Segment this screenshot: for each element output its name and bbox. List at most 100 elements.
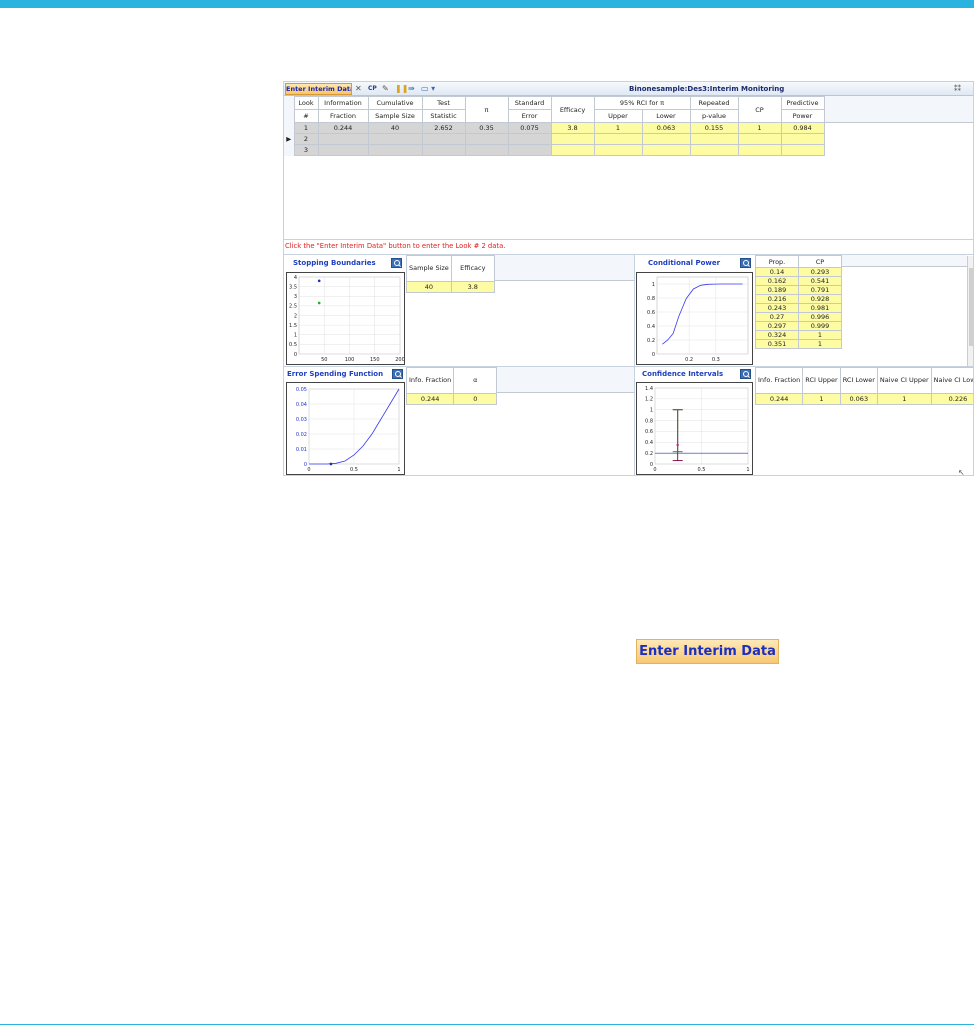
zoom-icon[interactable] [740, 369, 751, 379]
prop-value: 0.162 [755, 276, 799, 286]
prop-value: 0.27 [755, 312, 799, 322]
table-cell [780, 144, 825, 156]
y-tick-label: 0.4 [645, 440, 653, 446]
table-cell [641, 144, 691, 156]
table-cell [737, 133, 782, 145]
table-cell [464, 144, 509, 156]
hdr-naive-upper: Naive CI Upper [876, 367, 932, 394]
rci-lower-value: 0.063 [839, 393, 878, 405]
table-cell: 2.652 [421, 122, 466, 134]
close-icon[interactable]: ✕ [355, 83, 362, 95]
y-tick-label: 0.01 [296, 447, 307, 453]
hdr-pi: π [464, 96, 509, 123]
toolbar: Enter Interim Data ✕ CP ✎ ❚❚ ⇛ ▭ ▾ Binon… [284, 82, 973, 96]
cp-scrollbar[interactable] [967, 256, 973, 366]
zoom-icon[interactable] [391, 258, 402, 268]
zoom-icon[interactable] [392, 369, 403, 379]
prop-value: 0.297 [755, 321, 799, 331]
enter-interim-data-button[interactable]: Enter Interim Data [285, 83, 352, 95]
edit-icon[interactable]: ✎ [382, 83, 389, 95]
hdr-ci-info: Info. Fraction [754, 367, 804, 394]
settings-icon[interactable]: ⁑⁑ [954, 83, 961, 95]
error-chart-svg: 00.010.020.030.040.050 0.5 1 [296, 387, 401, 473]
x-tick-label: 0.5 [350, 467, 358, 473]
stopping-boundaries-title: Stopping Boundaries [293, 259, 376, 267]
stopping-table: Sample Size Efficacy 40 3.8 [406, 255, 495, 293]
hdr-se-2: Error [507, 109, 552, 123]
y-tick-label: 0.05 [296, 387, 307, 393]
x-tick-label: 0.3 [712, 357, 720, 363]
table-cell: 1 [593, 122, 643, 134]
confidence-intervals-chart: 0 0.2 0.4 0.6 0.8 1 1.2 1.4 0 0.5 1 [636, 382, 753, 475]
y-tick-label: 0.5 [289, 342, 297, 348]
x-tick-label: 1 [397, 467, 400, 473]
table-cell [317, 133, 369, 145]
list-item: 0.14 0.293 [755, 267, 842, 277]
ci-chart-svg: 00.20.40.60.811.21.40 0.5 1 [645, 386, 750, 473]
conditional-power-title: Conditional Power [648, 259, 721, 267]
y-tick-label: 0 [652, 352, 655, 358]
hdr-rep-2: p-value [689, 109, 739, 123]
table-cell: 2 [293, 133, 319, 145]
hdr-rep: Repeated [689, 96, 739, 110]
boundary-point [317, 301, 321, 305]
y-tick-label: 1.2 [645, 397, 653, 403]
list-item: 0.324 1 [755, 330, 842, 340]
y-tick-label: 0.2 [647, 338, 655, 344]
y-tick-label: 0.4 [647, 324, 655, 330]
hdr-rci-lower: Lower [641, 109, 691, 123]
y-tick-label: 1.5 [289, 323, 297, 329]
resize-grip-icon[interactable]: ↖ [958, 468, 965, 475]
print-icon[interactable]: ▭ ▾ [421, 83, 435, 95]
boundary-point [317, 279, 321, 283]
table-row[interactable]: 1 0.244 40 2.652 0.35 0.075 3.8 1 0.063 0.155 1 0.9… [284, 122, 825, 134]
interim-monitoring-window: Enter Interim Data ✕ CP ✎ ❚❚ ⇛ ▭ ▾ Binon… [283, 81, 974, 476]
error-spending-title: Error Spending Function [287, 370, 384, 378]
x-tick-label: 0 [653, 467, 656, 473]
y-tick-label: 0.2 [645, 451, 653, 457]
conditional-power-chart: 0 0.2 0.4 0.6 0.8 1 0.2 0.3 [636, 272, 753, 365]
table-cell: 0.075 [507, 122, 552, 134]
prop-value: 0.351 [755, 339, 799, 349]
hdr-look-2: # [293, 109, 319, 123]
look-marker [329, 462, 333, 466]
y-tick-label: 4 [294, 275, 297, 281]
stopping-boundaries-chart: 0 0.5 1 1.5 2 2.5 3 3.5 4 50 100 150 200 [286, 272, 405, 365]
table-cell [550, 133, 595, 145]
zoom-icon[interactable] [740, 258, 751, 268]
table-cell [593, 133, 643, 145]
hdr-rci-upper: RCI Upper [802, 367, 841, 394]
x-tick-label: 0.2 [685, 357, 693, 363]
table-cell [421, 133, 466, 145]
cp-value: 0.293 [798, 267, 842, 277]
naive-upper-value: 1 [876, 393, 932, 405]
table-row[interactable]: ▶ 2 [284, 133, 825, 145]
hdr-cp: CP [737, 96, 782, 123]
table-cell [464, 133, 509, 145]
x-tick-label: 0 [307, 467, 310, 473]
list-item: 0.27 0.996 [755, 312, 842, 322]
list-item: 0.162 0.541 [755, 276, 842, 286]
pause-icon[interactable]: ❚❚ [395, 83, 408, 95]
y-tick-label: 1.4 [645, 386, 653, 392]
export-icon[interactable]: ⇛ [408, 83, 415, 95]
confidence-intervals-table: Info. Fraction RCI Upper RCI Lower Naive… [754, 367, 973, 405]
y-tick-label: 1 [650, 408, 653, 414]
row-pointer-icon: ▶ [284, 133, 294, 145]
y-tick-label: 2 [294, 313, 297, 319]
prop-value: 0.216 [755, 294, 799, 304]
y-tick-label: 1 [294, 333, 297, 339]
cp-value: 0.981 [798, 303, 842, 313]
enter-interim-data-button-zoomed[interactable]: Enter Interim Data [636, 639, 779, 664]
x-tick-label: 50 [321, 357, 327, 363]
table-cell [737, 144, 782, 156]
hdr-info: Information [317, 96, 369, 110]
table-cell [367, 144, 423, 156]
confidence-intervals-title: Confidence Intervals [642, 370, 724, 378]
hdr-alpha: α [453, 367, 498, 394]
table-cell: 0.984 [780, 122, 825, 134]
scroll-thumb[interactable] [969, 268, 973, 346]
cp-icon[interactable]: CP [368, 83, 377, 95]
table-row[interactable]: 3 [284, 144, 825, 156]
table-cell: 0.155 [689, 122, 739, 134]
